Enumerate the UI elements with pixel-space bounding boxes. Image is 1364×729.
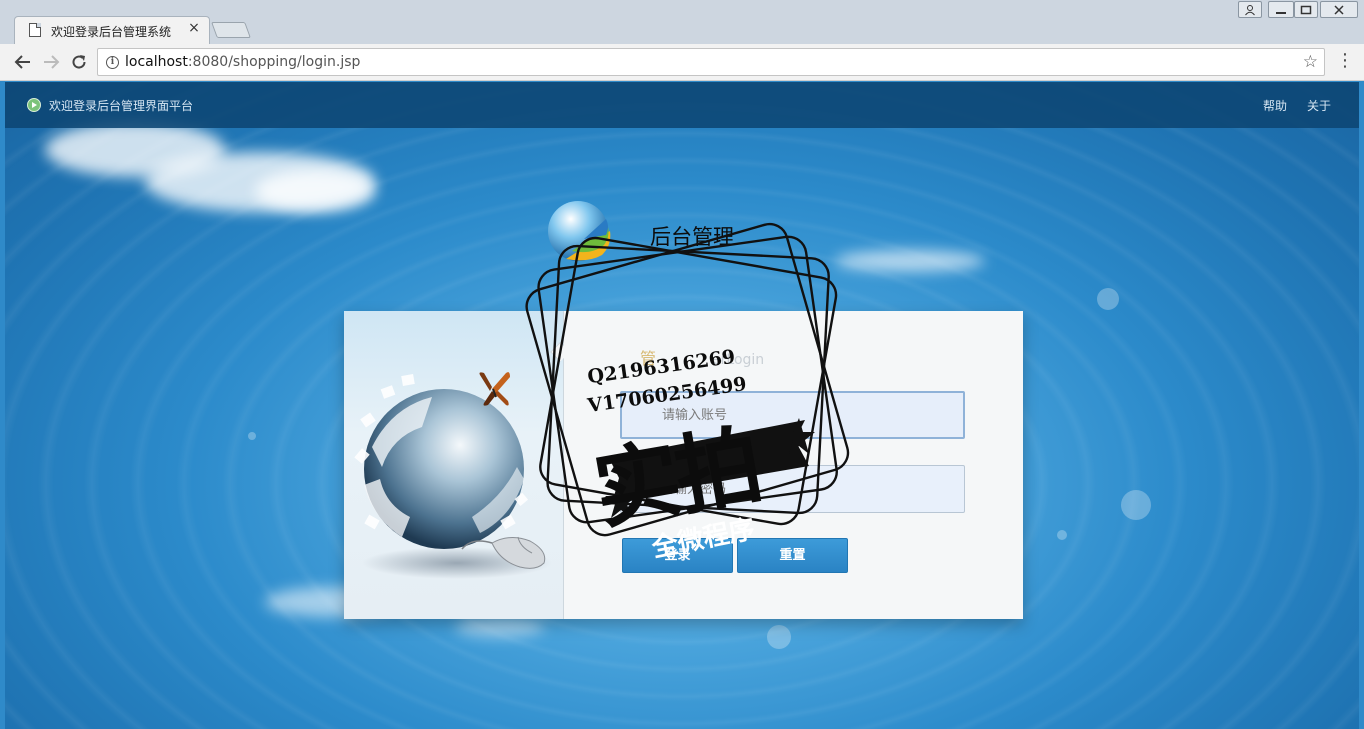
menu-icon[interactable]: ⋮ (1336, 50, 1354, 72)
help-link[interactable]: 帮助 (1263, 97, 1287, 114)
page-viewport: 欢迎登录后台管理界面平台 帮助 关于 后台管理 管 erLogin 请输入账号 … (5, 82, 1359, 729)
puzzle-globe-illustration (354, 372, 552, 579)
reset-button[interactable]: 重置 (737, 538, 848, 573)
bokeh-decoration (1057, 530, 1067, 540)
reload-icon[interactable] (68, 51, 90, 73)
bokeh-decoration (248, 432, 256, 440)
top-nav-title: 欢迎登录后台管理界面平台 (49, 99, 194, 113)
address-bar[interactable]: i localhost:8080/shopping/login.jsp ☆ (97, 48, 1325, 76)
bokeh-decoration (767, 625, 791, 649)
minimize-icon[interactable] (1268, 1, 1294, 18)
user-icon[interactable] (1238, 1, 1262, 18)
top-nav-bar: 欢迎登录后台管理界面平台 帮助 关于 (5, 82, 1359, 128)
close-icon[interactable] (1320, 1, 1358, 18)
tab-title: 欢迎登录后台管理系统 (51, 25, 172, 39)
browser-tab[interactable]: 欢迎登录后台管理系统 × (14, 16, 210, 44)
username-input[interactable] (622, 393, 963, 437)
password-field[interactable] (620, 465, 965, 513)
play-icon (27, 98, 41, 112)
forward-icon[interactable] (40, 51, 62, 73)
login-panel: 管erLogin 登录 重置 (344, 311, 1023, 619)
tab-strip: 欢迎登录后台管理系统 × (0, 0, 1364, 44)
logo-icon (548, 201, 611, 261)
browser-chrome: 欢迎登录后台管理系统 × i localhost:8080/shopping/l… (0, 0, 1364, 81)
info-icon[interactable]: i (106, 56, 119, 69)
page-icon (29, 23, 41, 37)
back-icon[interactable] (12, 51, 34, 73)
login-illustration-pane (344, 311, 564, 619)
cloud-decoration (835, 250, 985, 272)
restore-icon[interactable] (1294, 1, 1318, 18)
browser-toolbar: i localhost:8080/shopping/login.jsp ☆ (0, 44, 1364, 81)
login-button[interactable]: 登录 (622, 538, 733, 573)
url-text[interactable]: localhost:8080/shopping/login.jsp (125, 54, 360, 70)
logo-title: 后台管理 (650, 225, 734, 249)
tab-close-icon[interactable]: × (187, 21, 201, 35)
cloud-decoration (255, 170, 375, 212)
new-tab-button[interactable] (211, 22, 251, 38)
star-icon[interactable]: ☆ (1303, 52, 1318, 72)
bokeh-decoration (1121, 490, 1151, 520)
bokeh-decoration (1097, 288, 1119, 310)
username-field[interactable] (620, 391, 965, 439)
cloud-decoration (455, 617, 545, 637)
password-input[interactable] (621, 466, 964, 512)
login-heading: 管 erLogin (640, 349, 765, 368)
about-link[interactable]: 关于 (1307, 97, 1331, 114)
